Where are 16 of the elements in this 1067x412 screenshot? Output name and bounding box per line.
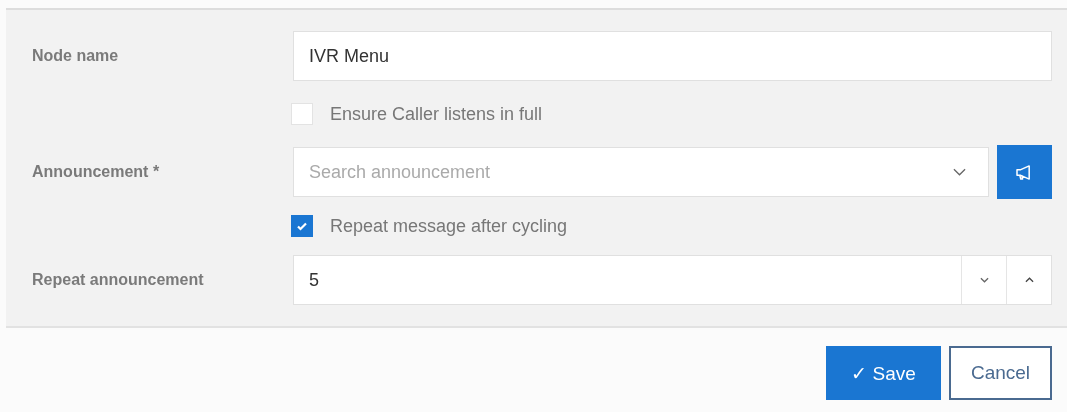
- chevron-down-icon: [979, 277, 989, 283]
- field-label: Announcement *: [31, 163, 161, 181]
- cancel-button[interactable]: Cancel: [949, 346, 1052, 400]
- save-button[interactable]: ✓ Save: [826, 346, 941, 400]
- field-label: Repeat announcement: [31, 271, 205, 289]
- checkbox-label: Repeat message after cycling: [330, 215, 568, 237]
- number-spinner[interactable]: 5: [293, 255, 1052, 305]
- announcement-button[interactable]: [997, 145, 1052, 199]
- check-icon: [296, 220, 308, 232]
- chevron-up-icon: [1024, 277, 1034, 283]
- checkbox[interactable]: [291, 215, 313, 237]
- field-label: Node name: [31, 47, 120, 65]
- checkbox-label: Ensure Caller listens in full: [330, 103, 543, 125]
- node-name-field[interactable]: IVR Menu: [293, 31, 1052, 81]
- chevron-down-icon: [953, 168, 966, 176]
- repeat-number-field[interactable]: 5: [309, 256, 961, 304]
